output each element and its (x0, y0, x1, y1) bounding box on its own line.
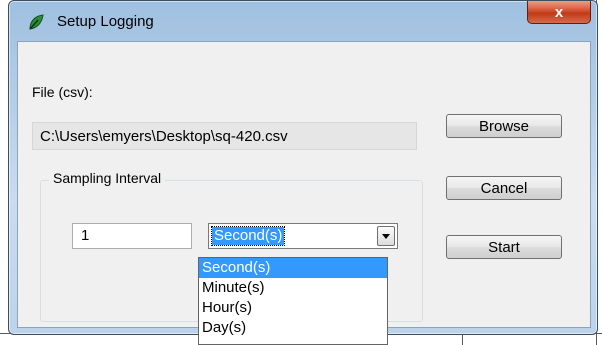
dropdown-option-seconds[interactable]: Second(s) (199, 258, 387, 278)
window-title: Setup Logging (57, 13, 154, 30)
dropdown-option-minutes[interactable]: Minute(s) (199, 278, 387, 298)
dropdown-option-days[interactable]: Day(s) (199, 318, 387, 338)
chevron-down-icon[interactable] (377, 226, 395, 246)
interval-value-input[interactable]: 1 (72, 223, 192, 249)
unit-dropdown-list: Second(s) Minute(s) Hour(s) Day(s) (198, 257, 388, 345)
interval-unit-select[interactable]: Second(s) (208, 223, 398, 249)
dropdown-option-hours[interactable]: Hour(s) (199, 298, 387, 318)
browse-button[interactable]: Browse (446, 114, 562, 138)
unit-select-value: Second(s) (210, 226, 286, 246)
start-button[interactable]: Start (446, 235, 562, 259)
close-icon: x (554, 3, 564, 21)
sampling-interval-label: Sampling Interval (49, 170, 166, 186)
file-path-field[interactable]: C:\Users\emyers\Desktop\sq-420.csv (32, 122, 417, 150)
close-button[interactable]: x (527, 1, 591, 24)
file-label: File (csv): (32, 84, 93, 100)
cancel-button[interactable]: Cancel (446, 176, 562, 200)
leaf-icon (27, 13, 45, 31)
titlebar[interactable]: Setup Logging x (9, 1, 597, 41)
